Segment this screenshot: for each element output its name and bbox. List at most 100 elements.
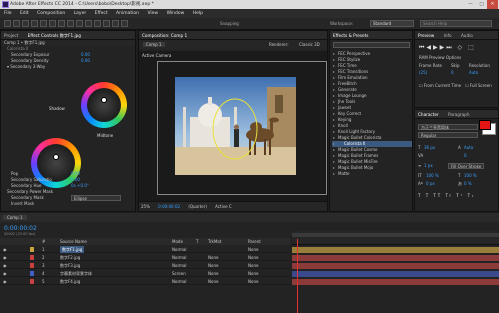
- param-value[interactable]: 0.00: [81, 58, 90, 64]
- menu-effect[interactable]: Effect: [95, 11, 108, 16]
- section-header[interactable]: ▾ Secondary 3-Way: [1, 64, 135, 70]
- active-camera-select[interactable]: Active C: [215, 204, 231, 209]
- label-color-swatch[interactable]: [30, 271, 34, 276]
- layer-trkmat-select[interactable]: None: [208, 278, 218, 285]
- timeline-layer-row[interactable]: ◉ 4 字幕素材背景字体 Screen None None: [0, 270, 290, 277]
- layer-duration-bar[interactable]: [292, 271, 499, 277]
- effects-search-input[interactable]: [333, 42, 410, 48]
- camera-tool-icon[interactable]: [40, 20, 47, 27]
- layer-trkmat-select[interactable]: None: [208, 254, 218, 261]
- layer-duration-bar[interactable]: [292, 263, 499, 269]
- fill-color-swatch[interactable]: [479, 120, 491, 130]
- eye-icon[interactable]: ◉: [3, 270, 7, 277]
- eraser-tool-icon[interactable]: [103, 20, 110, 27]
- layer-mode-select[interactable]: Normal: [172, 262, 186, 269]
- param-row[interactable]: Invert Mask: [1, 201, 135, 207]
- layer-duration-bar[interactable]: [292, 255, 499, 261]
- tab-audio[interactable]: Audio: [461, 33, 473, 38]
- font-family-select[interactable]: 方正兰亭黑简体: [418, 124, 478, 130]
- col-source-name[interactable]: Source Name: [60, 238, 87, 245]
- layer-mode-select[interactable]: Normal: [172, 278, 186, 285]
- skip-value[interactable]: 0: [451, 70, 454, 76]
- timeline-layer-row[interactable]: ◉ 3 数字F3.jpg Normal None None: [0, 262, 290, 269]
- tab-info[interactable]: Info: [444, 33, 452, 38]
- layer-trkmat-select[interactable]: None: [208, 262, 218, 269]
- hand-tool-icon[interactable]: [13, 20, 20, 27]
- tsume-value[interactable]: 0 %: [464, 181, 472, 187]
- menu-help[interactable]: Help: [193, 11, 203, 16]
- effect-category[interactable]: Matte: [332, 171, 412, 177]
- layer-name[interactable]: 数字F4.jpg: [60, 278, 80, 285]
- menu-file[interactable]: File: [4, 11, 12, 16]
- rotate-tool-icon[interactable]: [31, 20, 38, 27]
- eye-icon[interactable]: ◉: [3, 246, 7, 253]
- param-row[interactable]: Secondary Density 0.00: [1, 58, 135, 64]
- layer-parent-select[interactable]: None: [248, 262, 258, 269]
- midtone-color-wheel[interactable]: [81, 82, 127, 128]
- menu-composition[interactable]: Composition: [37, 11, 65, 16]
- tab-character[interactable]: Character: [418, 112, 439, 117]
- timeline-layer-row[interactable]: ◉ 1 数字F1.jpg Normal None: [0, 246, 290, 253]
- full-screen-checkbox[interactable]: ☐ Full Screen: [465, 83, 492, 89]
- leading-value[interactable]: Auto: [464, 145, 473, 151]
- work-area-bar[interactable]: [292, 233, 499, 237]
- minimize-button[interactable]: —: [465, 0, 476, 9]
- tab-preview[interactable]: Preview: [418, 33, 434, 38]
- tab-effects-presets[interactable]: Effects & Presets: [333, 33, 368, 38]
- current-time-display[interactable]: 0:00:00:02: [158, 204, 180, 209]
- layer-parent-select[interactable]: None: [248, 246, 258, 253]
- playhead-cti[interactable]: [297, 239, 298, 313]
- timeline-current-time[interactable]: 0:00:00:02: [4, 225, 37, 232]
- label-color-swatch[interactable]: [30, 263, 34, 268]
- layer-name[interactable]: 数字F2.jpg: [60, 254, 80, 261]
- layer-duration-bar[interactable]: [292, 279, 499, 285]
- puppet-tool-icon[interactable]: [121, 20, 128, 27]
- timeline-layer-row[interactable]: ◉ 2 数字F2.jpg Normal None None: [0, 254, 290, 261]
- zoom-select[interactable]: 25%: [141, 204, 150, 209]
- menu-edit[interactable]: Edit: [20, 11, 29, 16]
- roto-brush-tool-icon[interactable]: [112, 20, 119, 27]
- label-color-swatch[interactable]: [30, 247, 34, 252]
- clone-tool-icon[interactable]: [94, 20, 101, 27]
- menu-window[interactable]: Window: [167, 11, 185, 16]
- time-ruler[interactable]: [292, 231, 499, 245]
- tab-composition[interactable]: Composition: Comp 1: [142, 33, 187, 38]
- font-size-value[interactable]: 36 px: [424, 145, 435, 151]
- font-style-select[interactable]: Regular: [418, 132, 478, 138]
- layer-duration-bar[interactable]: [292, 247, 499, 253]
- frame-rate-select[interactable]: (25): [419, 70, 427, 75]
- timeline-layer-row[interactable]: ◉ 5 数字F4.jpg Normal None None: [0, 278, 290, 285]
- tracking-value[interactable]: 0: [464, 153, 467, 159]
- layer-mode-select[interactable]: Normal: [172, 254, 186, 261]
- shape-tool-icon[interactable]: [58, 20, 65, 27]
- resolution-select[interactable]: Auto: [469, 70, 478, 76]
- layer-parent-select[interactable]: None: [248, 278, 258, 285]
- label-color-swatch[interactable]: [30, 255, 34, 260]
- composition-viewer[interactable]: Active Camera: [139, 51, 327, 201]
- layer-name[interactable]: 字幕素材背景字体: [60, 270, 92, 277]
- wheel-handle[interactable]: [101, 97, 107, 103]
- layer-mode-select[interactable]: Normal: [172, 246, 186, 253]
- baseline-shift-value[interactable]: 0 px: [426, 181, 435, 187]
- selection-tool-icon[interactable]: [4, 20, 11, 27]
- layer-name[interactable]: 数字F1.jpg: [60, 246, 85, 253]
- label-color-swatch[interactable]: [30, 279, 34, 284]
- vertical-scale-value[interactable]: 100 %: [426, 173, 439, 179]
- pan-behind-tool-icon[interactable]: [49, 20, 56, 27]
- menu-view[interactable]: View: [147, 11, 158, 16]
- menu-animation[interactable]: Animation: [116, 11, 139, 16]
- search-help-input[interactable]: Search Help: [420, 20, 492, 27]
- text-style-buttons[interactable]: T T TT Tr T¹ T₁: [418, 193, 498, 199]
- eye-icon[interactable]: ◉: [3, 262, 7, 269]
- eye-icon[interactable]: ◉: [3, 254, 7, 261]
- layer-mode-select[interactable]: Screen: [172, 270, 186, 277]
- tab-effect-controls[interactable]: Effect Controls 数字F1.jpg: [28, 33, 81, 38]
- layer-trkmat-select[interactable]: None: [208, 270, 218, 277]
- layer-parent-select[interactable]: None: [248, 254, 258, 261]
- horizontal-scale-value[interactable]: 100 %: [464, 173, 477, 179]
- renderer-value[interactable]: Classic 3D: [299, 40, 320, 49]
- workspace-select[interactable]: Standard: [370, 20, 414, 27]
- wheel-handle[interactable]: [53, 154, 59, 160]
- comp-subtab[interactable]: Comp 1: [143, 42, 165, 47]
- layer-parent-select[interactable]: None: [248, 270, 258, 277]
